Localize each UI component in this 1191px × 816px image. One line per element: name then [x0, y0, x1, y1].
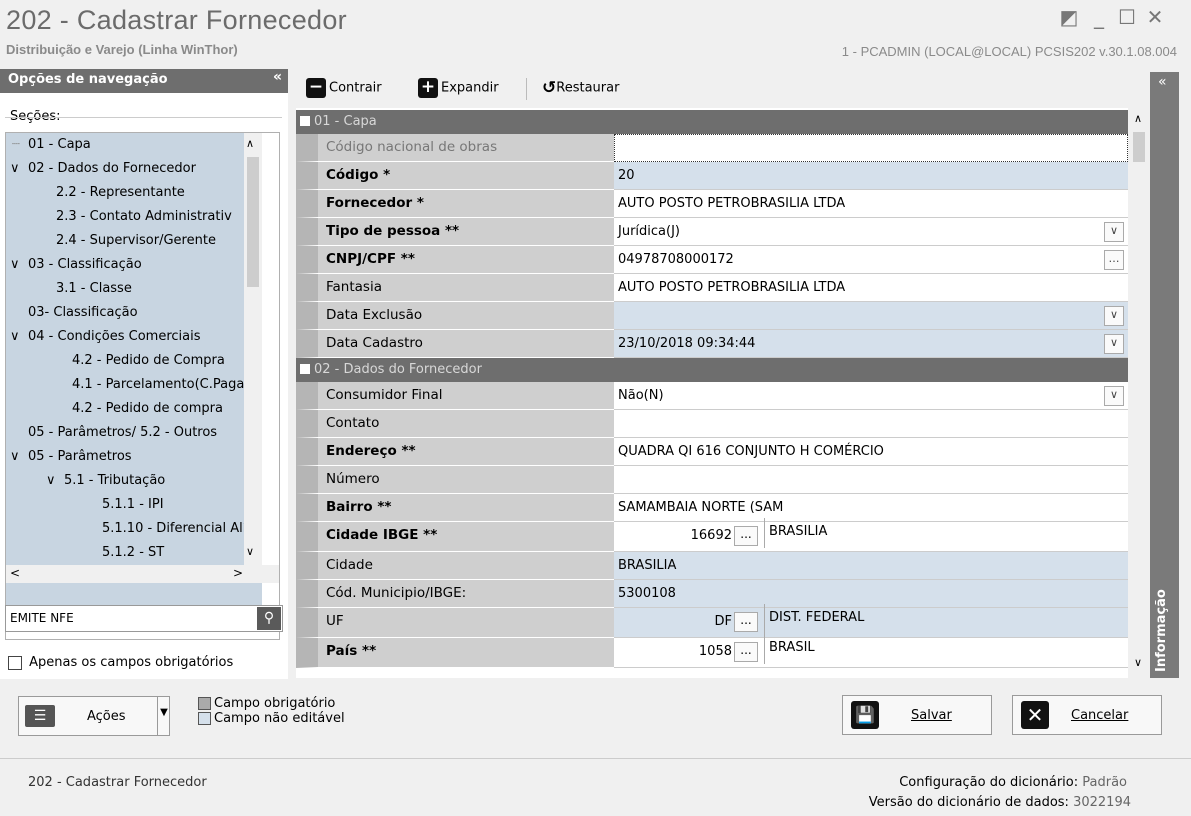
status-window-name: 202 - Cadastrar Fornecedor — [28, 775, 207, 790]
navigation-title: Opções de navegação — [8, 72, 168, 87]
restaurar-button[interactable]: ↺Restaurar — [542, 78, 619, 100]
acoes-button[interactable]: ☰ Ações ▼ — [18, 696, 170, 736]
noneditable-swatch — [198, 712, 211, 725]
collapse-icon[interactable]: « — [273, 69, 282, 85]
grid-row[interactable]: Data Exclusão ∨ — [296, 302, 1128, 330]
dropdown-arrow-icon[interactable]: ▼ — [157, 697, 170, 735]
plus-icon: + — [418, 78, 438, 98]
checkbox-icon[interactable] — [8, 655, 22, 670]
minimize-icon[interactable]: _ — [1088, 6, 1110, 28]
expand-chevron-icon: ∨ — [46, 473, 56, 488]
status-bar: 202 - Cadastrar Fornecedor Configuração … — [0, 758, 1191, 816]
restore-icon[interactable]: ◩ — [1058, 6, 1080, 28]
scroll-down-icon[interactable]: ∨ — [246, 545, 254, 558]
collapse-box-icon — [300, 364, 310, 374]
tree-view: ┈ 01 - Capa ∨ 02 - Dados do Fornecedor 2.2… — [6, 133, 262, 625]
grid-row[interactable]: CNPJ/CPF ** 04978708000172… — [296, 246, 1128, 274]
category-dados-fornecedor[interactable]: 02 - Dados do Fornecedor — [296, 358, 1128, 382]
grid-row[interactable]: Cidade IBGE ** 16692 ... BRASILIA — [296, 518, 1128, 552]
scroll-down-icon[interactable]: ∨ — [1134, 656, 1142, 669]
grid-row[interactable]: UF DF ... DIST. FEDERAL — [296, 604, 1128, 638]
save-icon: 💾 — [851, 701, 879, 729]
search-input[interactable]: EMITE NFE — [10, 611, 74, 625]
navigation-panel: Opções de navegação « Seções: ┈ 01 - Capa… — [0, 69, 288, 679]
dropdown-chevron-icon[interactable]: ∨ — [1104, 334, 1124, 354]
category-capa[interactable]: 01 - Capa — [296, 110, 1128, 134]
user-info: 1 - PCADMIN (LOCAL@LOCAL) PCSIS202 v.30.… — [841, 44, 1177, 59]
grid-row[interactable]: Endereço ** QUADRA QI 616 CONJUNTO H COM… — [296, 438, 1128, 466]
scroll-right-icon[interactable]: > — [233, 566, 243, 580]
ellipsis-button[interactable]: ... — [734, 612, 758, 632]
expand-chevron-icon: ∨ — [10, 257, 20, 272]
grid-vertical-scrollbar[interactable]: ∧ ∨ — [1128, 108, 1150, 678]
dict-version: Versão do dicionário de dados: 3022194 — [868, 795, 1131, 810]
sections-tree[interactable]: ┈ 01 - Capa ∨ 02 - Dados do Fornecedor 2.2… — [5, 132, 280, 640]
close-x-icon: ✕ — [1021, 701, 1049, 729]
grid-row[interactable]: Cidade BRASILIA — [296, 552, 1128, 580]
restore-arrow-icon: ↺ — [542, 78, 557, 98]
ellipsis-button[interactable]: ... — [734, 642, 758, 662]
collapse-box-icon — [300, 116, 310, 126]
actions-icon: ☰ — [25, 705, 55, 727]
grid-row[interactable]: Fantasia AUTO POSTO PETROBRASILIA LTDA — [296, 274, 1128, 302]
legend: Campo obrigatório Campo não editável — [198, 696, 345, 726]
grid-row[interactable]: Contato — [296, 410, 1128, 438]
close-icon[interactable]: ✕ — [1144, 6, 1166, 28]
grid-row[interactable]: Data Cadastro 23/10/2018 09:34:44 ∨ — [296, 330, 1128, 358]
tree-horizontal-scrollbar[interactable]: < > — [6, 565, 279, 583]
grid-row[interactable]: Código nacional de obras — [296, 134, 1128, 162]
only-required-checkbox[interactable]: Apenas os campos obrigatórios — [8, 655, 233, 670]
grid-toolbar: − Contrair + Expandir ↺Restaurar — [296, 72, 1151, 104]
window-title: 202 - Cadastrar Fornecedor — [6, 5, 347, 35]
expand-chevron-icon: ∨ — [10, 161, 20, 176]
save-button[interactable]: 💾 Salvar — [842, 695, 992, 735]
minus-icon: − — [306, 78, 326, 98]
navigation-header: Opções de navegação « — [0, 69, 288, 93]
scroll-up-icon[interactable]: ∧ — [246, 137, 254, 150]
expand-chevron-icon: ∨ — [10, 329, 20, 344]
expand-panel-icon[interactable]: « — [1158, 74, 1167, 90]
search-box[interactable]: EMITE NFE ⚲ — [5, 605, 283, 632]
scroll-up-icon[interactable]: ∧ — [1134, 112, 1142, 125]
ellipsis-button[interactable]: … — [1104, 250, 1124, 270]
grid-row[interactable]: Cód. Municipio/IBGE: 5300108 — [296, 580, 1128, 608]
legend-required: Campo obrigatório — [198, 696, 345, 711]
grid-row[interactable]: Consumidor Final Não(N) ∨ — [296, 382, 1128, 410]
legend-noneditable: Campo não editável — [198, 711, 345, 726]
only-required-label: Apenas os campos obrigatórios — [29, 655, 234, 670]
property-grid: 01 - Capa Código nacional de obras Códig… — [296, 108, 1128, 678]
information-label: Informação — [1154, 589, 1169, 672]
ellipsis-button[interactable]: ... — [734, 526, 758, 546]
maximize-icon[interactable]: ☐ — [1116, 6, 1138, 28]
search-icon[interactable]: ⚲ — [257, 607, 281, 630]
scroll-thumb[interactable] — [247, 157, 259, 287]
grid-row[interactable]: País ** 1058 ... BRASIL — [296, 634, 1128, 668]
expand-chevron-icon: ∨ — [10, 449, 20, 464]
grid-row[interactable]: Número — [296, 466, 1128, 494]
information-panel[interactable]: « Informação — [1150, 72, 1179, 678]
grid-row[interactable]: Tipo de pessoa ** Jurídica(J) ∨ — [296, 218, 1128, 246]
grid-row[interactable]: Código * 20 — [296, 162, 1128, 190]
dropdown-chevron-icon[interactable]: ∨ — [1104, 222, 1124, 242]
grid-row[interactable]: Bairro ** SAMAMBAIA NORTE (SAM — [296, 494, 1128, 522]
dropdown-chevron-icon[interactable]: ∨ — [1104, 386, 1124, 406]
dropdown-chevron-icon[interactable]: ∨ — [1104, 306, 1124, 326]
dict-config: Configuração do dicionário: Padrão — [899, 775, 1127, 790]
tree-vertical-scrollbar[interactable]: ∧ ∨ — [244, 133, 262, 565]
cancel-button[interactable]: ✕ Cancelar — [1012, 695, 1162, 735]
scroll-left-icon[interactable]: < — [10, 566, 20, 580]
expandir-button[interactable]: + Expandir — [418, 78, 499, 100]
scroll-thumb[interactable] — [1133, 132, 1145, 162]
title-bar: 202 - Cadastrar Fornecedor Distribuição … — [0, 0, 1191, 64]
required-swatch — [198, 697, 211, 710]
contrair-button[interactable]: − Contrair — [306, 78, 382, 100]
window-subtitle: Distribuição e Varejo (Linha WinThor) — [6, 42, 238, 57]
grid-row[interactable]: Fornecedor * AUTO POSTO PETROBRASILIA LT… — [296, 190, 1128, 218]
